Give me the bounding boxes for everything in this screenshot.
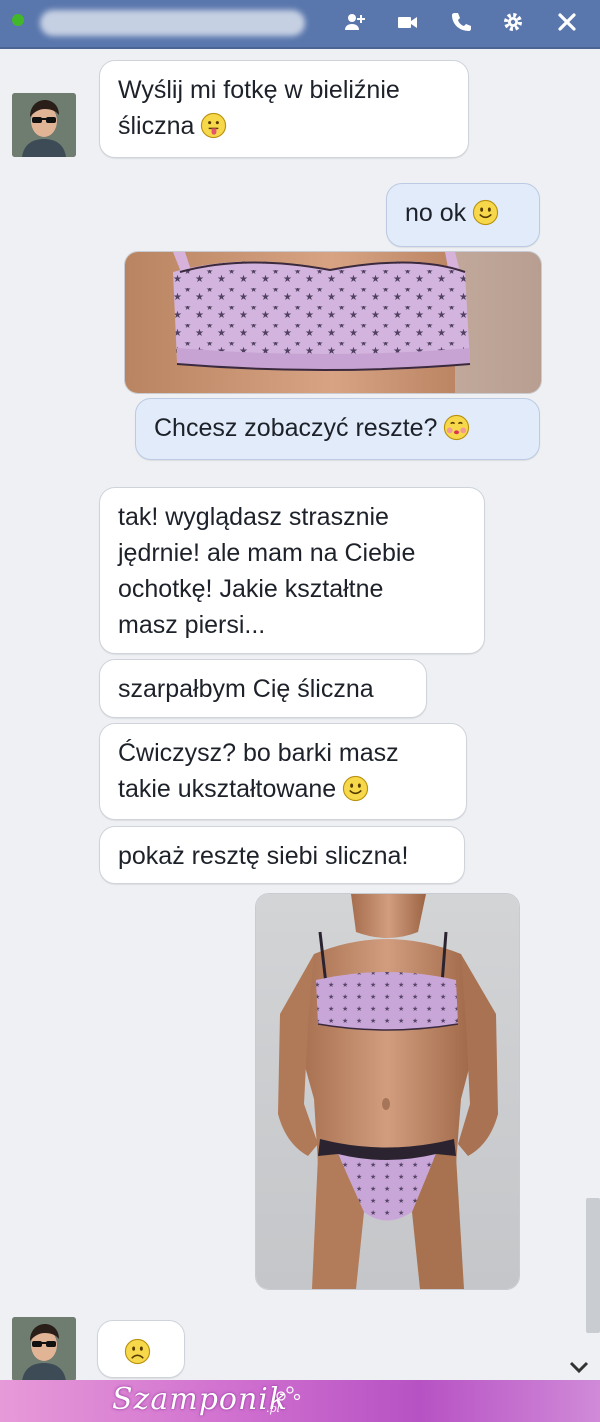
chat-scrollbar[interactable] xyxy=(586,1198,600,1333)
tongue-emoji-icon xyxy=(200,112,227,139)
message-bubble-sent: no ok xyxy=(386,183,540,247)
add-people-icon[interactable] xyxy=(340,10,370,40)
contact-avatar[interactable] xyxy=(12,93,76,157)
message-bubble-received: pokaż resztę siebi sliczna! xyxy=(99,826,465,884)
message-text: Wyślij mi fotkę w bieliźnie śliczna xyxy=(118,76,400,140)
message-bubble-received: Ćwiczysz? bo barki masz takie ukształtow… xyxy=(99,723,467,820)
kiss-emoji-icon xyxy=(443,414,470,441)
message-bubble-received: szarpałbym Cię śliczna xyxy=(99,659,427,718)
contact-name-blurred[interactable] xyxy=(40,10,305,36)
photo-full-lingerie[interactable]: ★ xyxy=(255,893,520,1290)
online-status-dot xyxy=(12,14,24,26)
watermark-banner: Szamponik .pl xyxy=(0,1380,600,1422)
message-text: Chcesz zobaczyć reszte? xyxy=(154,414,438,442)
smile-emoji-icon xyxy=(472,199,499,226)
close-icon[interactable] xyxy=(552,10,582,40)
message-bubble-sent: Chcesz zobaczyć reszte? xyxy=(135,398,540,460)
message-bubble-received xyxy=(97,1320,185,1378)
settings-icon[interactable] xyxy=(498,10,528,40)
message-text: no ok xyxy=(405,199,467,227)
contact-avatar[interactable] xyxy=(12,1317,76,1381)
frown-emoji-icon xyxy=(124,1338,151,1365)
smile-emoji-icon xyxy=(342,775,369,802)
chat-header xyxy=(0,0,600,49)
message-bubble-received: tak! wyglądasz strasznie jędrnie! ale ma… xyxy=(99,487,485,654)
photo-bra-crop[interactable]: ★ ★ xyxy=(124,251,542,394)
message-bubble-received: Wyślij mi fotkę w bieliźnie śliczna xyxy=(99,60,469,158)
message-text: tak! wyglądasz strasznie jędrnie! ale ma… xyxy=(118,503,416,639)
watermark-brand: Szamponik xyxy=(112,1382,289,1417)
bubbles-decoration-icon xyxy=(276,1386,301,1401)
phone-call-icon[interactable] xyxy=(446,10,476,40)
message-text: pokaż resztę siebi sliczna! xyxy=(118,842,409,870)
video-call-icon[interactable] xyxy=(393,10,423,40)
message-text: szarpałbym Cię śliczna xyxy=(118,675,374,703)
